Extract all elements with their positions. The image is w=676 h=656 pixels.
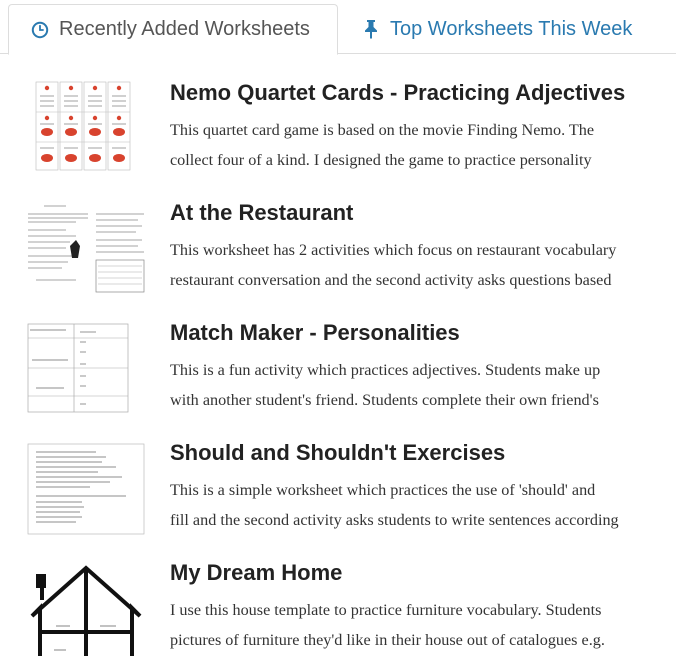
worksheet-thumbnail[interactable] bbox=[26, 80, 146, 176]
list-item[interactable]: At the Restaurant This worksheet has 2 a… bbox=[0, 176, 676, 296]
worksheet-tabs: Recently Added Worksheets Top Worksheets… bbox=[0, 0, 676, 55]
list-item[interactable]: Match Maker - Personalities This is a fu… bbox=[0, 296, 676, 416]
description-line: This is a simple worksheet which practic… bbox=[170, 481, 596, 499]
tab-top-this-week[interactable]: Top Worksheets This Week bbox=[338, 4, 632, 54]
worksheet-description: This is a simple worksheet which practic… bbox=[170, 475, 676, 535]
worksheet-thumbnail[interactable] bbox=[26, 200, 146, 296]
tab-recently-added[interactable]: Recently Added Worksheets bbox=[8, 4, 338, 55]
list-item[interactable]: Should and Shouldn't Exercises This is a… bbox=[0, 416, 676, 536]
worksheet-thumbnail[interactable] bbox=[26, 440, 146, 536]
description-line: collect four of a kind. I designed the g… bbox=[170, 151, 592, 169]
worksheet-title-link[interactable]: At the Restaurant bbox=[170, 200, 353, 226]
worksheet-title-link[interactable]: Should and Shouldn't Exercises bbox=[170, 440, 505, 466]
list-item[interactable]: My Dream Home I use this house template … bbox=[0, 536, 676, 656]
worksheet-description: I use this house template to practice fu… bbox=[170, 595, 676, 655]
description-line: I use this house template to practice fu… bbox=[170, 601, 602, 619]
clock-icon bbox=[29, 19, 51, 41]
worksheet-thumbnail[interactable] bbox=[26, 560, 146, 656]
worksheet-description: This worksheet has 2 activities which fo… bbox=[170, 235, 676, 295]
tab-label: Top Worksheets This Week bbox=[390, 17, 633, 40]
description-line: This worksheet has 2 activities which fo… bbox=[170, 241, 617, 259]
worksheet-description: This is a fun activity which practices a… bbox=[170, 355, 676, 415]
description-line: This quartet card game is based on the m… bbox=[170, 121, 595, 139]
pin-icon bbox=[360, 18, 382, 40]
worksheet-description: This quartet card game is based on the m… bbox=[170, 115, 676, 175]
worksheet-title-link[interactable]: Nemo Quartet Cards - Practicing Adjectiv… bbox=[170, 80, 625, 106]
worksheet-title-link[interactable]: My Dream Home bbox=[170, 560, 342, 586]
list-item[interactable]: Nemo Quartet Cards - Practicing Adjectiv… bbox=[0, 56, 676, 176]
tab-label: Recently Added Worksheets bbox=[59, 18, 310, 40]
description-line: with another student's friend. Students … bbox=[170, 391, 599, 409]
description-line: This is a fun activity which practices a… bbox=[170, 361, 601, 379]
description-line: fill and the second activity asks studen… bbox=[170, 511, 619, 529]
worksheet-title-link[interactable]: Match Maker - Personalities bbox=[170, 320, 460, 346]
description-line: restaurant conversation and the second a… bbox=[170, 271, 612, 289]
worksheet-thumbnail[interactable] bbox=[26, 320, 146, 416]
